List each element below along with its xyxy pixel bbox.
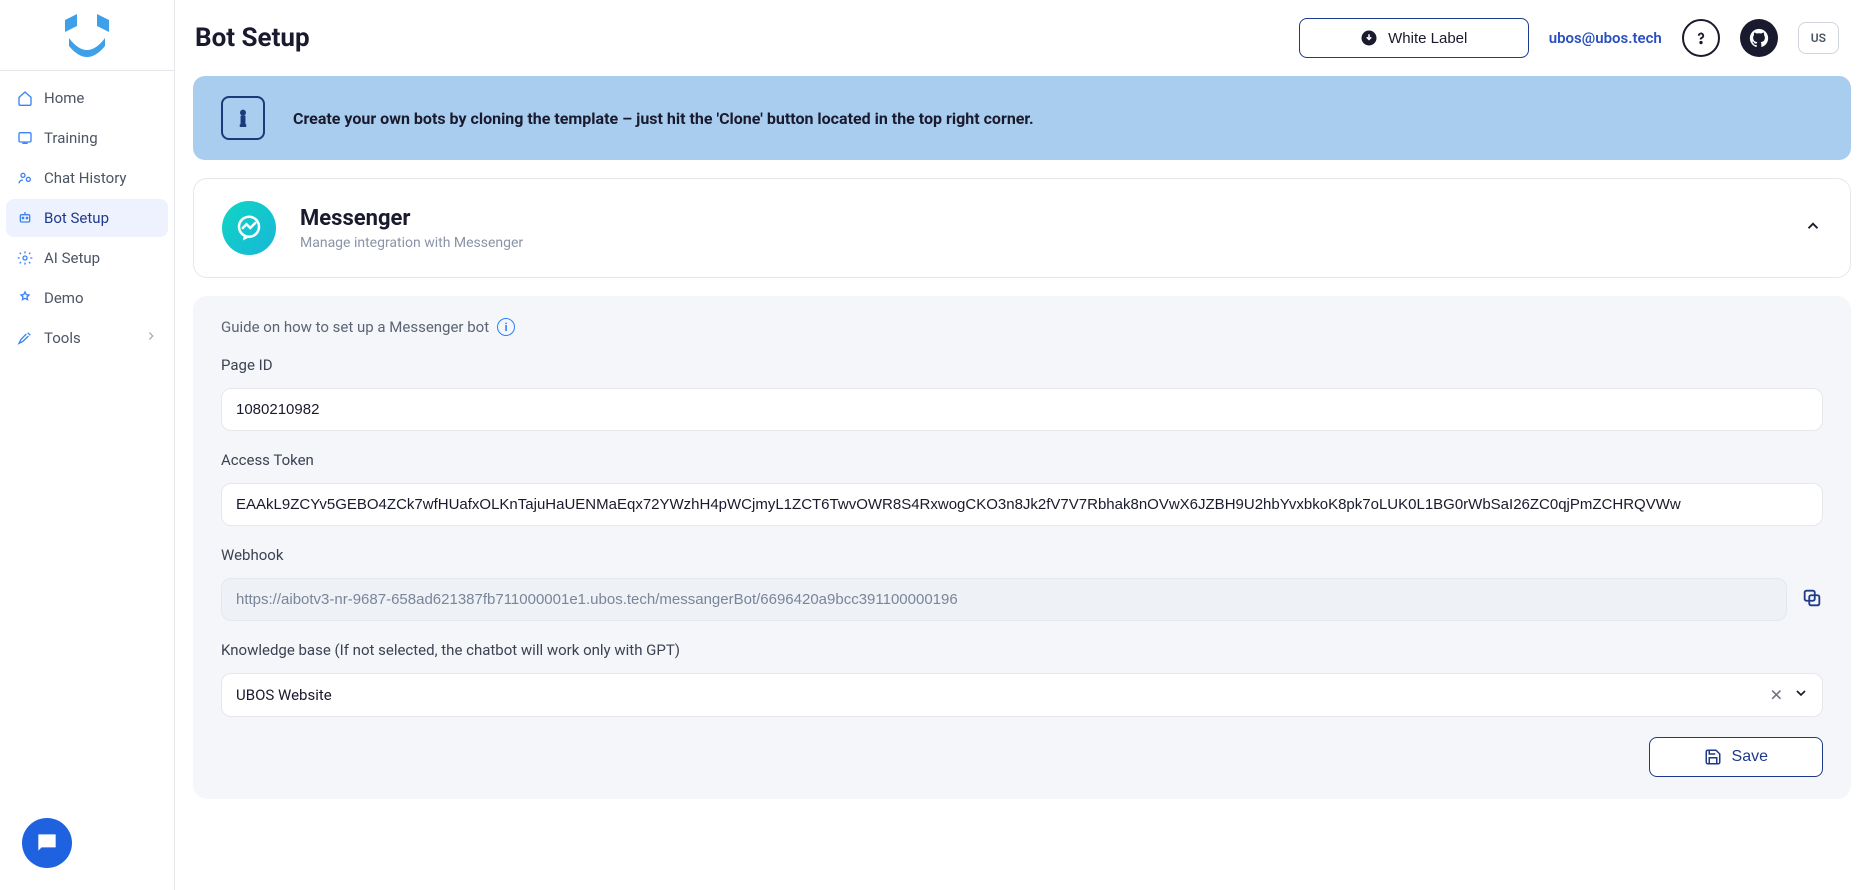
chat-bubble-icon xyxy=(34,830,60,856)
question-icon xyxy=(1692,29,1710,47)
collapse-toggle[interactable] xyxy=(1804,217,1822,239)
training-icon xyxy=(16,129,34,147)
header: Bot Setup White Label ubos@ubos.tech US xyxy=(175,0,1869,76)
sidebar-item-label: AI Setup xyxy=(44,249,100,267)
sidebar-item-label: Bot Setup xyxy=(44,209,109,227)
download-circle-icon xyxy=(1360,29,1378,47)
access-token-input[interactable] xyxy=(221,483,1823,526)
sidebar-item-training[interactable]: Training xyxy=(6,119,168,157)
page-title: Bot Setup xyxy=(195,23,310,53)
channel-card: Messenger Manage integration with Messen… xyxy=(193,178,1851,278)
chat-history-icon xyxy=(16,169,34,187)
page-id-label: Page ID xyxy=(221,356,1823,374)
locale-selector[interactable]: US xyxy=(1798,22,1839,54)
logo[interactable] xyxy=(0,0,174,71)
kb-select[interactable]: UBOS Website ✕ xyxy=(221,673,1823,717)
main: Bot Setup White Label ubos@ubos.tech US … xyxy=(175,0,1869,890)
save-icon xyxy=(1704,748,1722,766)
banner-text: Create your own bots by cloning the temp… xyxy=(293,109,1034,128)
page-id-input[interactable] xyxy=(221,388,1823,431)
channel-subtitle: Manage integration with Messenger xyxy=(300,235,523,251)
access-token-label: Access Token xyxy=(221,451,1823,469)
save-label: Save xyxy=(1732,748,1768,766)
channel-title: Messenger xyxy=(300,206,523,231)
sidebar-item-tools[interactable]: Tools xyxy=(6,319,168,357)
ubos-logo-icon xyxy=(57,12,117,62)
chevron-right-icon xyxy=(144,329,158,347)
guide-label: Guide on how to set up a Messenger bot xyxy=(221,318,489,336)
webhook-input xyxy=(221,578,1787,621)
sidebar: Home Training Chat History Bot Setup AI … xyxy=(0,0,175,890)
kb-selected-value: UBOS Website xyxy=(221,673,1823,717)
info-circle-icon: i xyxy=(497,318,515,336)
webhook-label: Webhook xyxy=(221,546,1823,564)
sidebar-item-bot-setup[interactable]: Bot Setup xyxy=(6,199,168,237)
help-button[interactable] xyxy=(1682,19,1720,57)
sidebar-item-ai-setup[interactable]: AI Setup xyxy=(6,239,168,277)
sidebar-item-home[interactable]: Home xyxy=(6,79,168,117)
white-label-label: White Label xyxy=(1388,30,1467,47)
github-icon xyxy=(1748,27,1770,49)
chevron-up-icon xyxy=(1804,217,1822,235)
demo-icon xyxy=(16,289,34,307)
sidebar-item-label: Demo xyxy=(44,289,84,307)
save-button[interactable]: Save xyxy=(1649,737,1823,777)
github-button[interactable] xyxy=(1740,19,1778,57)
copy-icon xyxy=(1801,587,1823,609)
guide-row[interactable]: Guide on how to set up a Messenger bot i xyxy=(221,318,1823,336)
sidebar-item-label: Training xyxy=(44,129,98,147)
sidebar-item-label: Tools xyxy=(44,329,81,347)
bot-setup-icon xyxy=(16,209,34,227)
messenger-form: Guide on how to set up a Messenger bot i… xyxy=(193,296,1851,799)
white-label-button[interactable]: White Label xyxy=(1299,18,1529,58)
info-banner: Create your own bots by cloning the temp… xyxy=(193,76,1851,160)
sidebar-item-demo[interactable]: Demo xyxy=(6,279,168,317)
channel-info: Messenger Manage integration with Messen… xyxy=(300,206,523,251)
chevron-down-icon[interactable] xyxy=(1793,685,1809,705)
ai-setup-icon xyxy=(16,249,34,267)
user-email[interactable]: ubos@ubos.tech xyxy=(1549,29,1662,47)
kb-clear-button[interactable]: ✕ xyxy=(1770,686,1783,705)
sidebar-item-label: Chat History xyxy=(44,169,127,187)
sidebar-item-chat-history[interactable]: Chat History xyxy=(6,159,168,197)
nav: Home Training Chat History Bot Setup AI … xyxy=(0,71,174,365)
home-icon xyxy=(16,89,34,107)
copy-webhook-button[interactable] xyxy=(1801,587,1823,613)
messenger-icon xyxy=(222,201,276,255)
info-icon xyxy=(221,96,265,140)
sidebar-item-label: Home xyxy=(44,89,84,107)
kb-label: Knowledge base (If not selected, the cha… xyxy=(221,641,1823,659)
tools-icon xyxy=(16,329,34,347)
intercom-launcher[interactable] xyxy=(22,818,72,868)
content: Create your own bots by cloning the temp… xyxy=(175,76,1869,829)
